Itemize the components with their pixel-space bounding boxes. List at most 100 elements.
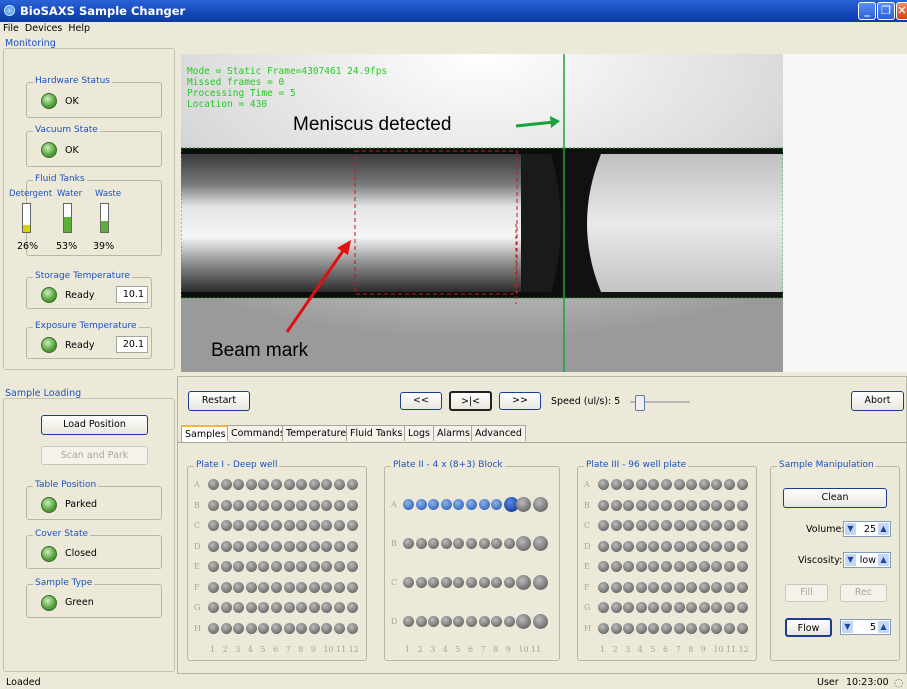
clean-button[interactable]: Clean xyxy=(783,488,887,508)
plate-well[interactable] xyxy=(321,622,333,634)
menu-help[interactable]: Help xyxy=(65,22,93,36)
volume-up-icon[interactable]: ▲ xyxy=(878,523,889,535)
plate-well[interactable] xyxy=(428,499,440,510)
plate-well[interactable] xyxy=(245,602,257,613)
plate-well[interactable] xyxy=(453,577,465,588)
plate-well[interactable] xyxy=(258,520,270,531)
plate-well[interactable] xyxy=(308,520,320,531)
plate-well[interactable] xyxy=(610,540,622,552)
plate-well[interactable] xyxy=(711,540,723,552)
forward-button[interactable]: >> xyxy=(499,392,541,410)
plate-well[interactable] xyxy=(673,520,685,531)
plate-well[interactable] xyxy=(415,499,427,510)
plate-well[interactable] xyxy=(415,616,427,627)
plate-well[interactable] xyxy=(533,497,548,512)
plate-well[interactable] xyxy=(296,479,308,490)
plate-well[interactable] xyxy=(308,622,320,634)
plate-well[interactable] xyxy=(635,479,647,490)
plate-well[interactable] xyxy=(598,602,609,613)
plate-well[interactable] xyxy=(271,520,282,531)
plate-well[interactable] xyxy=(334,520,345,531)
plate-well[interactable] xyxy=(736,520,748,531)
plate-well[interactable] xyxy=(296,520,308,531)
plate-well[interactable] xyxy=(271,561,282,572)
plate-well[interactable] xyxy=(346,622,358,634)
flow-up-icon[interactable]: ▲ xyxy=(878,621,889,633)
plate-well[interactable] xyxy=(610,561,622,572)
plate-well[interactable] xyxy=(623,561,635,572)
plate-well[interactable] xyxy=(503,616,515,627)
flow-spinner[interactable]: ▼ 5 ▲ xyxy=(840,619,891,635)
plate-well[interactable] xyxy=(623,479,635,490)
plate-well[interactable] xyxy=(258,540,270,552)
plate-well[interactable] xyxy=(283,479,295,490)
plate-well[interactable] xyxy=(296,581,308,593)
plate-well[interactable] xyxy=(208,499,219,511)
plate-well[interactable] xyxy=(516,536,532,551)
plate-well[interactable] xyxy=(661,520,672,531)
plate-well[interactable] xyxy=(308,581,320,593)
plate-well[interactable] xyxy=(648,602,660,613)
plate-well[interactable] xyxy=(321,540,333,552)
plate-well[interactable] xyxy=(686,540,698,552)
plate-well[interactable] xyxy=(635,561,647,572)
plate-well[interactable] xyxy=(296,622,308,634)
plate-well[interactable] xyxy=(635,581,647,593)
plate-well[interactable] xyxy=(698,479,710,490)
plate-well[interactable] xyxy=(415,538,427,549)
plate-well[interactable] xyxy=(346,499,358,511)
plate-well[interactable] xyxy=(698,540,710,552)
plate-well[interactable] xyxy=(610,581,622,593)
plate-well[interactable] xyxy=(283,581,295,593)
plate-well[interactable] xyxy=(283,540,295,552)
plate-well[interactable] xyxy=(220,622,232,634)
plate-well[interactable] xyxy=(623,622,635,634)
plate-well[interactable] xyxy=(736,602,748,613)
plate-well[interactable] xyxy=(334,581,345,593)
plate-well[interactable] xyxy=(635,520,647,531)
plate-well[interactable] xyxy=(623,520,635,531)
tab-logs[interactable]: Logs xyxy=(404,425,434,441)
plate-well[interactable] xyxy=(724,520,735,531)
plate-well[interactable] xyxy=(321,499,333,511)
plate-well[interactable] xyxy=(736,581,748,593)
viscosity-spinner[interactable]: ▼ low ▲ xyxy=(843,552,891,568)
plate-well[interactable] xyxy=(415,577,427,588)
plate-well[interactable] xyxy=(283,561,295,572)
plate-well[interactable] xyxy=(711,602,723,613)
plate-well[interactable] xyxy=(308,602,320,613)
tab-samples[interactable]: Samples xyxy=(181,425,230,442)
menu-file[interactable]: File xyxy=(0,22,22,36)
flow-button[interactable]: Flow xyxy=(785,618,832,637)
plate-well[interactable] xyxy=(598,622,609,634)
plate-well[interactable] xyxy=(478,577,490,588)
plate-well[interactable] xyxy=(428,577,440,588)
plate-well[interactable] xyxy=(283,520,295,531)
restart-button[interactable]: Restart xyxy=(188,391,250,411)
fill-button[interactable]: Fill xyxy=(785,584,828,602)
plate-well[interactable] xyxy=(724,622,735,634)
speed-slider-thumb[interactable] xyxy=(635,395,645,411)
plate-well[interactable] xyxy=(736,540,748,552)
plate-well[interactable] xyxy=(673,581,685,593)
plate-well[interactable] xyxy=(648,622,660,634)
plate-well[interactable] xyxy=(233,499,245,511)
plate-well[interactable] xyxy=(661,622,672,634)
plate-well[interactable] xyxy=(635,499,647,511)
plate-well[interactable] xyxy=(673,479,685,490)
plate-well[interactable] xyxy=(220,479,232,490)
plate-well[interactable] xyxy=(598,520,609,531)
plate-well[interactable] xyxy=(711,499,723,511)
plate-well[interactable] xyxy=(233,520,245,531)
plate-well[interactable] xyxy=(610,520,622,531)
plate-well[interactable] xyxy=(428,616,440,627)
plate-well[interactable] xyxy=(453,616,465,627)
plate-well[interactable] xyxy=(321,520,333,531)
plate-well[interactable] xyxy=(661,479,672,490)
plate-well[interactable] xyxy=(245,561,257,572)
plate-well[interactable] xyxy=(208,479,219,490)
abort-button[interactable]: Abort xyxy=(851,391,904,411)
tab-advanced[interactable]: Advanced xyxy=(471,425,526,441)
plate-well[interactable] xyxy=(724,499,735,511)
close-button[interactable]: ✕ xyxy=(896,2,907,20)
